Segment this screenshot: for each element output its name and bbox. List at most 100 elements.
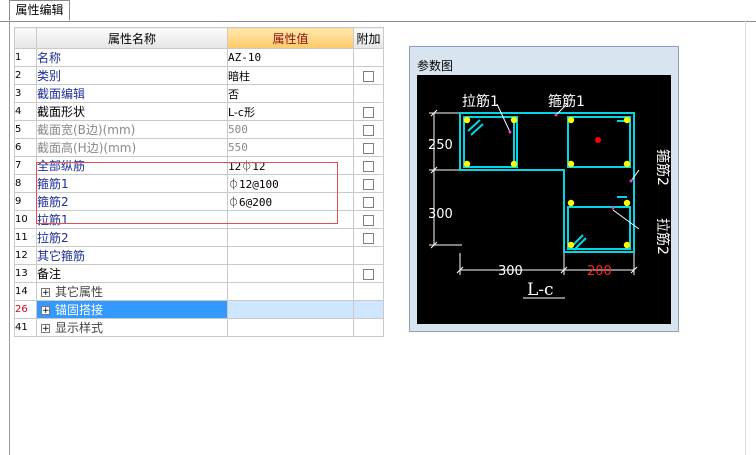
extra-checkbox[interactable]	[363, 196, 374, 208]
property-value-cell[interactable]: 否	[227, 84, 354, 103]
expand-icon[interactable]: +	[41, 288, 50, 298]
row-number: 41	[14, 318, 37, 337]
extra-checkbox[interactable]	[363, 214, 374, 226]
shape-label: L-c	[527, 280, 554, 300]
property-name-label: 全部纵筋	[37, 159, 86, 173]
property-value-cell[interactable]	[227, 210, 354, 229]
property-value-cell[interactable]	[227, 318, 354, 337]
property-value-cell[interactable]	[227, 300, 354, 319]
extra-checkbox[interactable]	[363, 106, 374, 118]
row-number: 12	[14, 246, 37, 265]
extra-cell	[353, 192, 384, 211]
property-name-cell[interactable]: + 其它属性	[36, 282, 228, 301]
row-number: 10	[14, 210, 37, 229]
extra-checkbox[interactable]	[363, 232, 374, 244]
extra-cell	[353, 210, 384, 229]
extra-cell	[353, 318, 384, 337]
property-name-label: 截面宽(B边)(mm)	[37, 123, 136, 137]
header-property-value[interactable]: 属性值	[227, 27, 354, 49]
property-value-cell[interactable]	[227, 246, 354, 265]
property-name-label: 锚固搭接	[55, 303, 104, 317]
row-number: 2	[14, 66, 37, 85]
tab-property-edit[interactable]: 属性编辑	[9, 0, 70, 21]
extra-checkbox[interactable]	[363, 268, 374, 280]
extra-checkbox[interactable]	[363, 160, 374, 172]
extra-checkbox[interactable]	[363, 178, 374, 190]
property-name-cell[interactable]: + 显示样式	[36, 318, 228, 337]
table-row[interactable]: 10 拉筋1	[14, 210, 384, 229]
table-row[interactable]: 41 + 显示样式	[14, 318, 384, 337]
property-name-label: 拉筋1	[37, 213, 69, 227]
property-name-cell[interactable]: + 锚固搭接	[36, 300, 228, 319]
table-row[interactable]: 12 其它箍筋	[14, 246, 384, 265]
header-corner	[14, 27, 37, 49]
expand-icon[interactable]: +	[41, 306, 50, 316]
property-name-label: 名称	[37, 51, 62, 65]
property-value-cell[interactable]: AZ-10	[227, 48, 354, 67]
divider-right	[745, 21, 746, 455]
table-row[interactable]: 9 箍筋2 ⏀6@200	[14, 192, 384, 211]
property-name-cell[interactable]: 其它箍筋	[36, 246, 228, 265]
property-name-cell[interactable]: 截面编辑	[36, 84, 228, 103]
property-name-label: 截面高(H边)(mm)	[37, 141, 137, 155]
property-name-cell[interactable]: 箍筋1	[36, 174, 228, 193]
property-value-cell[interactable]	[227, 228, 354, 247]
property-name-cell[interactable]: 截面形状	[36, 102, 228, 121]
extra-cell	[353, 48, 384, 67]
expand-icon[interactable]: +	[41, 324, 50, 334]
extra-cell	[353, 264, 384, 283]
extra-checkbox[interactable]	[363, 70, 374, 82]
property-name-cell[interactable]: 截面高(H边)(mm)	[36, 138, 228, 157]
extra-cell	[353, 138, 384, 157]
param-diagram-canvas: 拉筋1 箍筋1 250 300 300 200 L-c 箍筋2 拉筋2	[417, 75, 671, 324]
table-row[interactable]: 14 + 其它属性	[14, 282, 384, 301]
row-number: 3	[14, 84, 37, 103]
extra-cell	[353, 300, 384, 319]
table-row[interactable]: 8 箍筋1 ⏀12@100	[14, 174, 384, 193]
property-name-cell[interactable]: 全部纵筋	[36, 156, 228, 175]
table-row[interactable]: 3 截面编辑 否	[14, 84, 384, 103]
extra-checkbox[interactable]	[363, 142, 374, 154]
property-name-label: 截面形状	[37, 105, 86, 119]
table-row[interactable]: 1 名称 AZ-10	[14, 48, 384, 67]
property-name-cell[interactable]: 备注	[36, 264, 228, 283]
table-row[interactable]: 2 类别 暗柱	[14, 66, 384, 85]
property-name-cell[interactable]: 名称	[36, 48, 228, 67]
row-number: 26	[14, 300, 37, 319]
table-row[interactable]: 6 截面高(H边)(mm) 550	[14, 138, 384, 157]
property-value-cell[interactable]: 12⏀12	[227, 156, 354, 175]
extra-checkbox[interactable]	[363, 124, 374, 136]
property-value-cell[interactable]: ⏀6@200	[227, 192, 354, 211]
property-name-cell[interactable]: 类别	[36, 66, 228, 85]
row-number: 13	[14, 264, 37, 283]
header-property-name[interactable]: 属性名称	[36, 27, 228, 49]
table-row[interactable]: 5 截面宽(B边)(mm) 500	[14, 120, 384, 139]
property-name-label: 备注	[37, 267, 62, 281]
table-row[interactable]: 4 截面形状 L-c形	[14, 102, 384, 121]
property-value-cell[interactable]	[227, 264, 354, 283]
tab-bar: 属性编辑	[0, 0, 756, 22]
property-value-cell[interactable]: 550	[227, 138, 354, 157]
grid-header-row: 属性名称 属性值 附加	[14, 27, 384, 49]
divider-left	[9, 21, 10, 455]
property-name-label: 箍筋2	[37, 195, 69, 209]
property-value-cell[interactable]: ⏀12@100	[227, 174, 354, 193]
property-name-cell[interactable]: 箍筋2	[36, 192, 228, 211]
header-extra[interactable]: 附加	[353, 27, 384, 49]
property-name-cell[interactable]: 截面宽(B边)(mm)	[36, 120, 228, 139]
extra-cell	[353, 246, 384, 265]
property-value-cell[interactable]: 500	[227, 120, 354, 139]
property-name-cell[interactable]: 拉筋2	[36, 228, 228, 247]
rebar-outline	[459, 112, 635, 253]
table-row[interactable]: 7 全部纵筋 12⏀12	[14, 156, 384, 175]
extra-cell	[353, 156, 384, 175]
property-value-cell[interactable]: 暗柱	[227, 66, 354, 85]
property-name-cell[interactable]: 拉筋1	[36, 210, 228, 229]
property-value-cell[interactable]	[227, 282, 354, 301]
table-row[interactable]: 26 + 锚固搭接	[14, 300, 384, 319]
label-stirrup2: 箍筋2	[654, 149, 671, 186]
table-row[interactable]: 11 拉筋2	[14, 228, 384, 247]
property-value-cell[interactable]: L-c形	[227, 102, 354, 121]
table-row[interactable]: 13 备注	[14, 264, 384, 283]
extra-cell	[353, 84, 384, 103]
